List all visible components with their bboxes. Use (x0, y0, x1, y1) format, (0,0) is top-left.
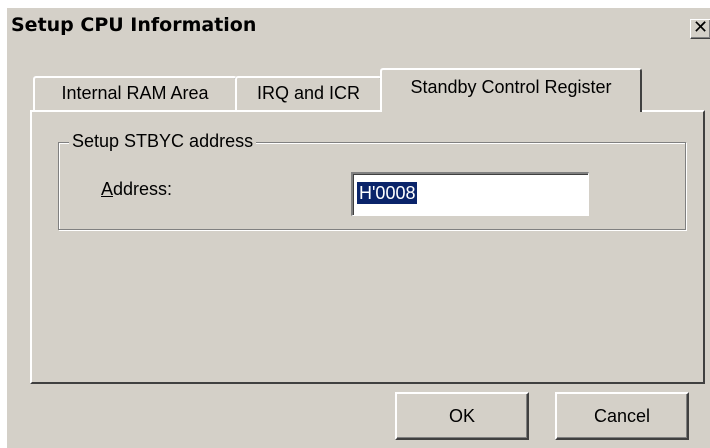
group-label: Setup STBYC address (69, 130, 257, 152)
tab-label: Standby Control Register (410, 77, 612, 97)
tab-irq-and-icr[interactable]: IRQ and ICR (235, 76, 382, 110)
address-input[interactable]: H'0008 (351, 172, 589, 216)
address-label: Address: (101, 179, 172, 200)
close-button[interactable]: ✕ (690, 17, 710, 39)
tab-standby-control-register[interactable]: Standby Control Register (380, 68, 642, 112)
address-label-mnemonic: A (101, 179, 114, 199)
tab-label: IRQ and ICR (256, 83, 361, 103)
setup-cpu-dialog: Setup CPU Information ✕ Internal RAM Are… (6, 8, 710, 448)
tab-label: Internal RAM Area (61, 83, 209, 103)
tab-internal-ram-area[interactable]: Internal RAM Area (33, 76, 237, 110)
stbyc-address-group: Setup STBYC address Address: H'0008 (58, 130, 686, 230)
title-bar: Setup CPU Information ✕ (7, 8, 710, 43)
dialog-title: Setup CPU Information (11, 14, 257, 36)
ok-button[interactable]: OK (395, 392, 529, 440)
address-value: H'0008 (357, 182, 418, 204)
cancel-button[interactable]: Cancel (555, 392, 689, 440)
address-label-text: ddress: (113, 179, 173, 199)
tab-panel: Setup STBYC address Address: H'0008 (30, 110, 705, 384)
close-icon: ✕ (692, 17, 709, 38)
